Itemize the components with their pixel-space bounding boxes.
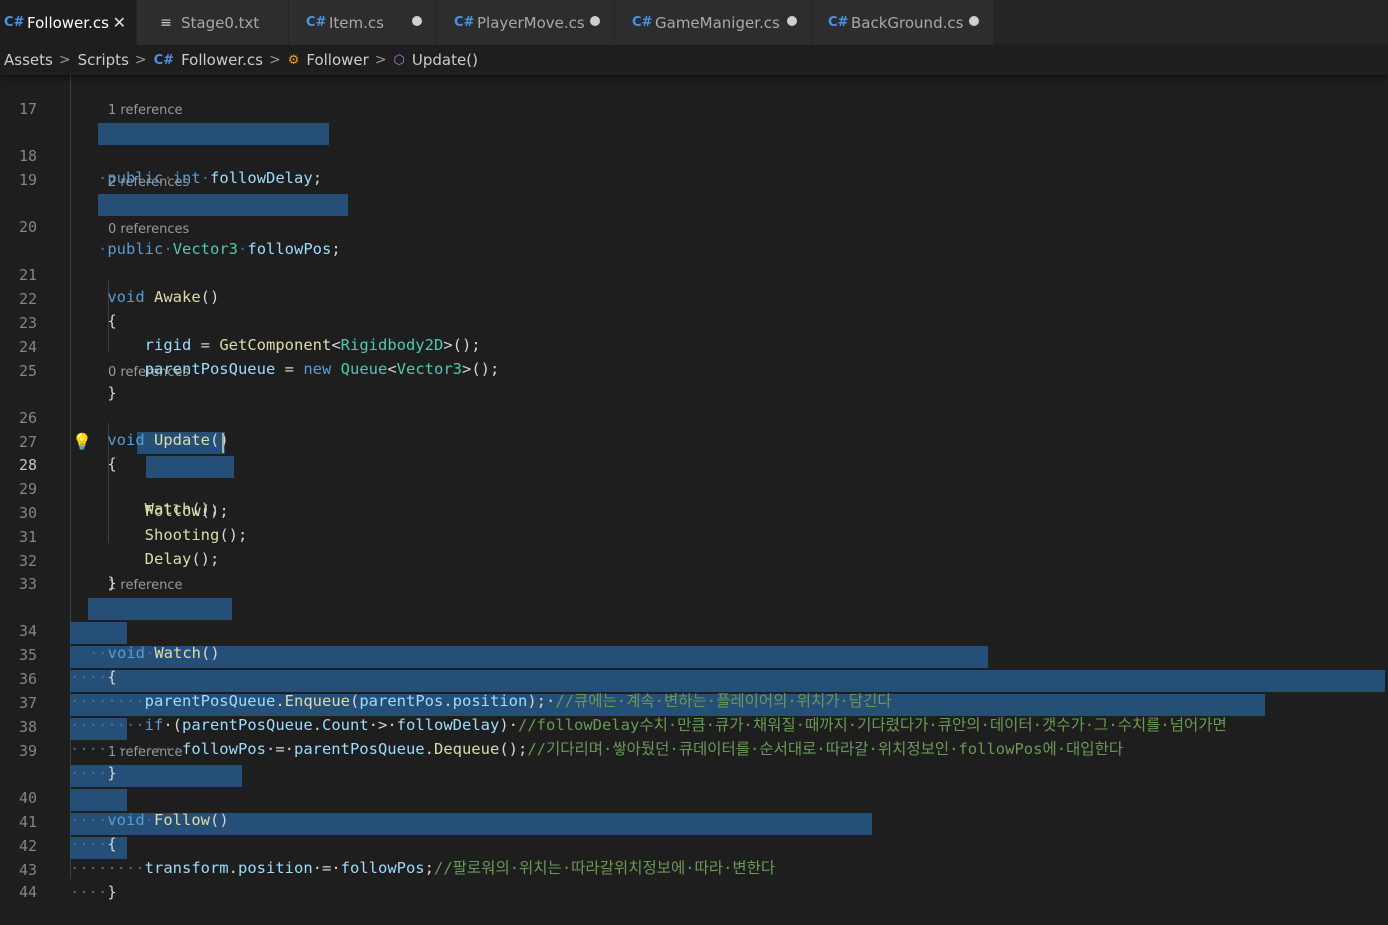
code-line: 30 Shooting(); — [0, 480, 1388, 544]
tab-playermove-cs[interactable]: C# PlayerMove.cs — [437, 0, 615, 45]
csharp-file-icon: C# — [632, 15, 653, 30]
csharp-file-icon: C# — [153, 52, 175, 68]
code-line: 31 Delay(); — [0, 504, 1388, 568]
unsaved-dot-icon[interactable] — [787, 16, 797, 26]
line-number: 44 — [18, 883, 37, 901]
breadcrumb-label: Update() — [411, 51, 478, 69]
breadcrumb-item-method[interactable]: ⬡ Update() — [394, 51, 478, 69]
tab-gamemaniger-cs[interactable]: C# GameManiger.cs — [615, 0, 812, 45]
close-icon[interactable]: ✕ — [113, 13, 126, 32]
csharp-file-icon: C# — [454, 15, 475, 30]
code-line: 25 } — [0, 338, 1388, 402]
code-editor[interactable]: 1 reference 2 references 0 references 0 … — [0, 75, 1388, 901]
text-cursor — [222, 433, 224, 453]
code-line: 34 ··void·Watch() — [0, 598, 1388, 662]
tab-item-cs[interactable]: C# Item.cs — [289, 0, 437, 45]
line-number: 20 — [18, 218, 37, 236]
breadcrumb-item-class[interactable]: ⚙ Follower — [288, 51, 369, 69]
text-file-icon: ≡ — [160, 14, 172, 31]
code-line: 27 { — [0, 409, 1388, 473]
code-line: 33 — [0, 551, 1388, 593]
code-line: 43 ····} — [0, 837, 1388, 901]
csharp-file-icon: C# — [4, 15, 25, 30]
code-line: 37 ········if·(parentPosQueue.Count·>·fo… — [0, 670, 1388, 734]
code-line: 38 ············followPos·=·parentPosQueu… — [0, 694, 1388, 758]
line-number: 17 — [18, 100, 37, 118]
code-text[interactable]: ·public·int·followDelay; — [98, 167, 322, 189]
breadcrumb-item-scripts[interactable]: Scripts — [78, 51, 129, 69]
code-line: 21 void Awake() — [0, 242, 1388, 306]
unsaved-dot-icon[interactable] — [969, 16, 979, 26]
tab-stage0-txt[interactable]: ≡ Stage0.txt — [137, 0, 289, 45]
line-number: 39 — [18, 742, 37, 760]
code-line: 36 ········parentPosQueue.Enqueue(parent… — [0, 646, 1388, 710]
class-icon: ⚙ — [287, 52, 300, 68]
code-line: 19 — [0, 147, 1388, 189]
code-line: 44 — [0, 859, 1388, 901]
tab-follower-cs[interactable]: C# Follower.cs ✕ — [0, 0, 137, 45]
code-line: 22 { — [0, 266, 1388, 330]
breadcrumb-label: Follower — [306, 51, 369, 69]
method-cube-icon: ⬡ — [393, 52, 405, 68]
code-line: 18 ·public·int·followDelay; — [0, 123, 1388, 187]
code-text[interactable]: parentPosQueue = new Queue<Vector3>(); — [70, 358, 500, 380]
breadcrumb: Assets > Scripts > C# Follower.cs > ⚙ Fo… — [0, 45, 1388, 75]
chevron-right-icon: > — [374, 52, 387, 68]
code-text[interactable]: ············followPos·=·parentPosQueue.D… — [70, 738, 1123, 760]
line-number: 25 — [18, 362, 37, 380]
code-line: 24 parentPosQueue = new Queue<Vector3>()… — [0, 314, 1388, 378]
breadcrumb-item-file[interactable]: C# Follower.cs — [154, 51, 263, 69]
code-line: 20 ·public·Vector3·followPos; — [0, 194, 1388, 258]
lightbulb-icon[interactable]: 💡 — [72, 431, 92, 453]
code-line: 26 void Update() — [0, 385, 1388, 449]
codelens-references[interactable]: 1 reference — [108, 102, 182, 120]
code-text[interactable]: } — [70, 572, 116, 594]
code-line: 29 Follow(); — [0, 456, 1388, 520]
line-number: 33 — [18, 575, 37, 593]
csharp-file-icon: C# — [306, 15, 327, 30]
code-line-current: 28 💡 Watch(); — [0, 431, 1388, 518]
code-line: 17 — [0, 76, 1388, 118]
code-line: 42 ········transform.position·=·followPo… — [0, 813, 1388, 877]
code-line: 39 ····} — [0, 718, 1388, 782]
tab-background-cs[interactable]: C# BackGround.cs — [812, 0, 994, 45]
breadcrumb-label: Follower.cs — [181, 51, 263, 69]
code-line: 23 rigid = GetComponent<Rigidbody2D>(); — [0, 290, 1388, 354]
codelens-references[interactable]: 1 reference — [108, 577, 182, 595]
code-line: 32 } — [0, 528, 1388, 592]
tab-label: Follower.cs — [27, 13, 109, 32]
tab-label: Item.cs — [329, 13, 384, 32]
line-number: 19 — [18, 171, 37, 189]
code-line: 40 ····void·Follow() — [0, 765, 1388, 829]
tab-label: Stage0.txt — [181, 13, 260, 32]
code-text[interactable]: ····} — [70, 881, 117, 903]
codelens-references[interactable]: 0 references — [108, 221, 189, 239]
unsaved-dot-icon[interactable] — [590, 16, 600, 26]
tab-label: GameManiger.cs — [655, 13, 780, 32]
unsaved-dot-icon[interactable] — [412, 16, 422, 26]
chevron-right-icon: > — [134, 52, 147, 68]
code-line: 41 ····{ — [0, 789, 1388, 853]
breadcrumb-item-assets[interactable]: Assets — [4, 51, 53, 69]
chevron-right-icon: > — [58, 52, 71, 68]
editor-tab-bar: C# Follower.cs ✕ ≡ Stage0.txt C# Item.cs… — [0, 0, 1388, 45]
tab-label: BackGround.cs — [851, 13, 964, 32]
csharp-file-icon: C# — [828, 15, 849, 30]
code-line: 35 ····{ — [0, 622, 1388, 686]
chevron-right-icon: > — [268, 52, 281, 68]
tab-label: PlayerMove.cs — [477, 13, 585, 32]
